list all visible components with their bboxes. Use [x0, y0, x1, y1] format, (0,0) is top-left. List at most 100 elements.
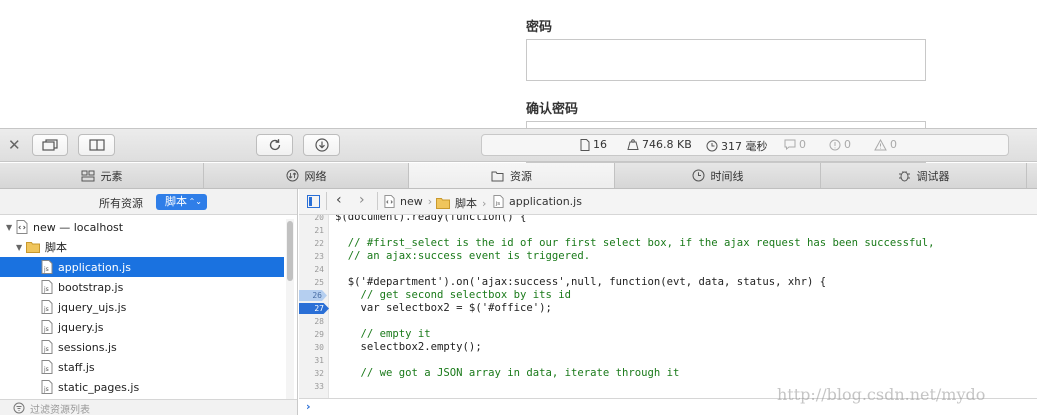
- download-icon: [314, 138, 329, 152]
- line-number[interactable]: 20: [299, 215, 324, 222]
- line-number[interactable]: 25: [299, 278, 324, 287]
- breadcrumb-folder[interactable]: 脚本 ›: [436, 195, 486, 211]
- load-time[interactable]: 317 毫秒: [706, 138, 768, 154]
- tree-item-static-pages-js[interactable]: js static_pages.js: [0, 377, 284, 397]
- folder-icon: [26, 242, 40, 253]
- svg-text:js: js: [43, 286, 49, 293]
- breakpoint-marker[interactable]: 26: [299, 290, 327, 301]
- resources-sidebar: 所有资源 脚本 ⌃⌄ ▼ new — localhost ▼ 脚本 js app…: [0, 189, 298, 415]
- download-button[interactable]: [303, 134, 340, 156]
- resource-type-value: 脚本: [165, 195, 187, 208]
- disclosure-triangle-icon[interactable]: ▼: [16, 243, 26, 252]
- dock-icon: [88, 139, 105, 151]
- tree-item-label: jquery.js: [58, 320, 104, 334]
- line-number[interactable]: 29: [299, 330, 324, 339]
- code-line: 26 // get second selectbox by its id: [299, 289, 1037, 302]
- line-number[interactable]: 21: [299, 226, 324, 235]
- back-icon[interactable]: ‹: [336, 192, 342, 208]
- detach-button[interactable]: [32, 134, 68, 156]
- code-line: 20 $(document).ready(function() {: [299, 215, 1037, 224]
- tree-item-sessions-js[interactable]: js sessions.js: [0, 337, 284, 357]
- log-count[interactable]: 0: [784, 138, 806, 151]
- svg-text:js: js: [43, 346, 49, 353]
- svg-text:js: js: [495, 201, 501, 207]
- sidebar-header: 所有资源 脚本 ⌃⌄: [0, 189, 297, 215]
- code-line: 29 // empty it: [299, 328, 1037, 341]
- close-icon[interactable]: ✕: [8, 136, 21, 154]
- js-file-icon: js: [41, 320, 53, 334]
- filter-input[interactable]: 过滤资源列表: [30, 401, 90, 415]
- line-number[interactable]: 30: [299, 343, 324, 352]
- tree-item-jquery-js[interactable]: js jquery.js: [0, 317, 284, 337]
- resource-count[interactable]: 16: [580, 138, 607, 151]
- tab-timeline[interactable]: 时间线: [615, 163, 821, 188]
- code-line: 23 // an ajax:success event is triggered…: [299, 250, 1037, 263]
- tab-network[interactable]: 网络: [204, 163, 409, 188]
- line-number[interactable]: 31: [299, 356, 324, 365]
- tree-item-label: 脚本: [45, 241, 67, 254]
- breakpoint-marker[interactable]: 27: [299, 303, 329, 314]
- js-file-icon: js: [41, 280, 53, 294]
- tab-elements[interactable]: 元素: [0, 163, 204, 188]
- code-line-text: selectbox2.empty();: [335, 341, 482, 353]
- resource-size[interactable]: 746.8 KB: [627, 138, 692, 151]
- resource-size-value: 746.8 KB: [642, 138, 692, 151]
- tree-item-jquery-ujs-js[interactable]: js jquery_ujs.js: [0, 297, 284, 317]
- document-icon: [580, 138, 590, 151]
- disclosure-triangle-icon[interactable]: ▼: [6, 223, 16, 232]
- code-line-text: // an ajax:success event is triggered.: [335, 250, 591, 262]
- reload-button[interactable]: [256, 134, 293, 156]
- code-line: 28: [299, 315, 1037, 328]
- dock-button[interactable]: [78, 134, 115, 156]
- tab-debugger[interactable]: 调试器: [821, 163, 1027, 188]
- code-line-text: // we got a JSON array in data, iterate …: [335, 367, 680, 379]
- code-line: 31: [299, 354, 1037, 367]
- console-prompt-icon: ›: [306, 400, 311, 413]
- js-file-icon: js: [41, 360, 53, 374]
- code-line: 27 var selectbox2 = $('#office');: [299, 302, 1037, 315]
- tree-item-application-js[interactable]: js application.js: [0, 257, 284, 277]
- sidebar-scrollbar[interactable]: [286, 219, 294, 404]
- window-icon: [42, 139, 58, 151]
- error-count[interactable]: 0: [829, 138, 851, 151]
- warning-count[interactable]: 0: [874, 138, 897, 151]
- tree-item-page[interactable]: ▼ new — localhost: [0, 217, 284, 237]
- line-number[interactable]: 28: [299, 317, 324, 326]
- line-number[interactable]: 33: [299, 382, 324, 391]
- breadcrumb-page[interactable]: new ›: [384, 195, 432, 208]
- tab-network-label: 网络: [304, 169, 327, 183]
- tab-resources[interactable]: 资源: [409, 163, 615, 188]
- tree-item-folder[interactable]: ▼ 脚本: [0, 237, 284, 257]
- breadcrumb-file[interactable]: js application.js: [493, 195, 582, 208]
- tree-item-label: static_pages.js: [58, 380, 140, 394]
- chevron-right-icon: ›: [482, 196, 487, 210]
- sidebar-scroll-thumb[interactable]: [287, 221, 293, 281]
- line-number[interactable]: 22: [299, 239, 324, 248]
- tree-item-label: sessions.js: [58, 340, 117, 354]
- tab-resources-label: 资源: [510, 169, 532, 183]
- resource-count-value: 16: [593, 138, 607, 151]
- js-file-icon: js: [41, 340, 53, 354]
- password-input[interactable]: [526, 39, 926, 81]
- tree-item-staff-js[interactable]: js staff.js: [0, 357, 284, 377]
- elements-icon: [81, 170, 94, 181]
- separator: [377, 192, 378, 210]
- code-line-text: $('#department').on('ajax:success',null,…: [335, 276, 827, 288]
- code-line-text: var selectbox2 = $('#office');: [335, 302, 552, 314]
- code-editor[interactable]: 20 $(document).ready(function() { 21 22 // …: [299, 215, 1037, 398]
- line-number[interactable]: 32: [299, 369, 324, 378]
- line-number[interactable]: 24: [299, 265, 324, 274]
- filter-icon: [13, 402, 25, 414]
- forward-icon[interactable]: ›: [359, 192, 365, 208]
- all-resources-label: 所有资源: [99, 197, 143, 210]
- sidebar-toggle-icon[interactable]: [307, 195, 320, 208]
- line-number[interactable]: 23: [299, 252, 324, 261]
- resource-filter-bar[interactable]: 过滤资源列表: [0, 399, 297, 415]
- code-line: 22 // #first_select is the id of our fir…: [299, 237, 1037, 250]
- svg-text:js: js: [43, 266, 49, 273]
- tree-item-bootstrap-js[interactable]: js bootstrap.js: [0, 277, 284, 297]
- confirm-password-label: 确认密码: [526, 102, 579, 117]
- tree-item-label: jquery_ujs.js: [58, 300, 127, 314]
- tab-debugger-label: 调试器: [916, 169, 950, 183]
- resource-type-select[interactable]: 脚本 ⌃⌄: [156, 194, 207, 210]
